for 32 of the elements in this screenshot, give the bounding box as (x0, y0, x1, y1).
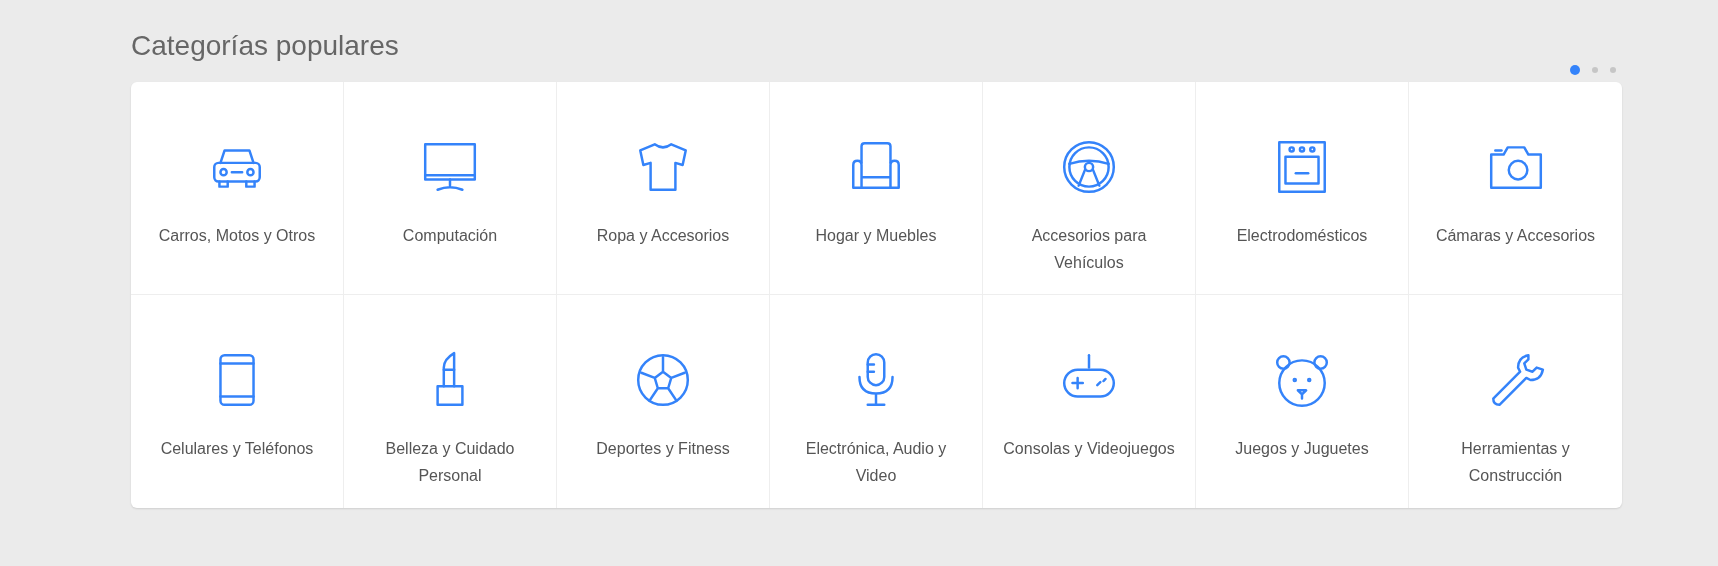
pager-dot[interactable] (1570, 65, 1580, 75)
category-tile[interactable]: Carros, Motos y Otros (131, 82, 344, 295)
category-label: Celulares y Teléfonos (160, 439, 314, 459)
category-tile[interactable]: Belleza y Cuidado Personal (344, 295, 557, 508)
category-label: Carros, Motos y Otros (158, 226, 316, 246)
category-label: Ropa y Accesorios (596, 226, 730, 246)
pager-dot[interactable] (1592, 67, 1598, 73)
section-title: Categorías populares (131, 29, 400, 63)
category-tile[interactable]: Cámaras y Accesorios (1409, 82, 1622, 295)
category-label: Deportes y Fitness (596, 439, 730, 459)
category-tile[interactable]: Juegos y Juguetes (1196, 295, 1409, 508)
category-tile[interactable]: Herramientas y Construcción (1409, 295, 1622, 508)
category-tile[interactable]: Ropa y Accesorios (557, 82, 770, 295)
category-tile[interactable]: Deportes y Fitness (557, 295, 770, 508)
category-label: Juegos y Juguetes (1235, 439, 1369, 459)
category-label: Hogar y Muebles (815, 226, 937, 246)
category-label: Accesorios para Vehículos (1030, 226, 1148, 273)
category-tile[interactable]: Electrónica, Audio y Video (770, 295, 983, 508)
category-label: Consolas y Videojuegos (1003, 439, 1175, 459)
pager-dot[interactable] (1610, 67, 1616, 73)
category-tile[interactable]: Computación (344, 82, 557, 295)
category-label: Electrónica, Audio y Video (804, 439, 948, 486)
category-tile[interactable]: Consolas y Videojuegos (983, 295, 1196, 508)
category-label: Belleza y Cuidado Personal (384, 439, 516, 486)
category-label: Computación (402, 226, 498, 246)
category-label: Herramientas y Construcción (1460, 439, 1571, 486)
category-tile[interactable]: Celulares y Teléfonos (131, 295, 344, 508)
category-tile[interactable]: Electrodomésticos (1196, 82, 1409, 295)
category-tile[interactable]: Accesorios para Vehículos (983, 82, 1196, 295)
category-tile[interactable]: Hogar y Muebles (770, 82, 983, 295)
category-label: Electrodomésticos (1236, 226, 1368, 246)
category-label: Cámaras y Accesorios (1435, 226, 1596, 246)
